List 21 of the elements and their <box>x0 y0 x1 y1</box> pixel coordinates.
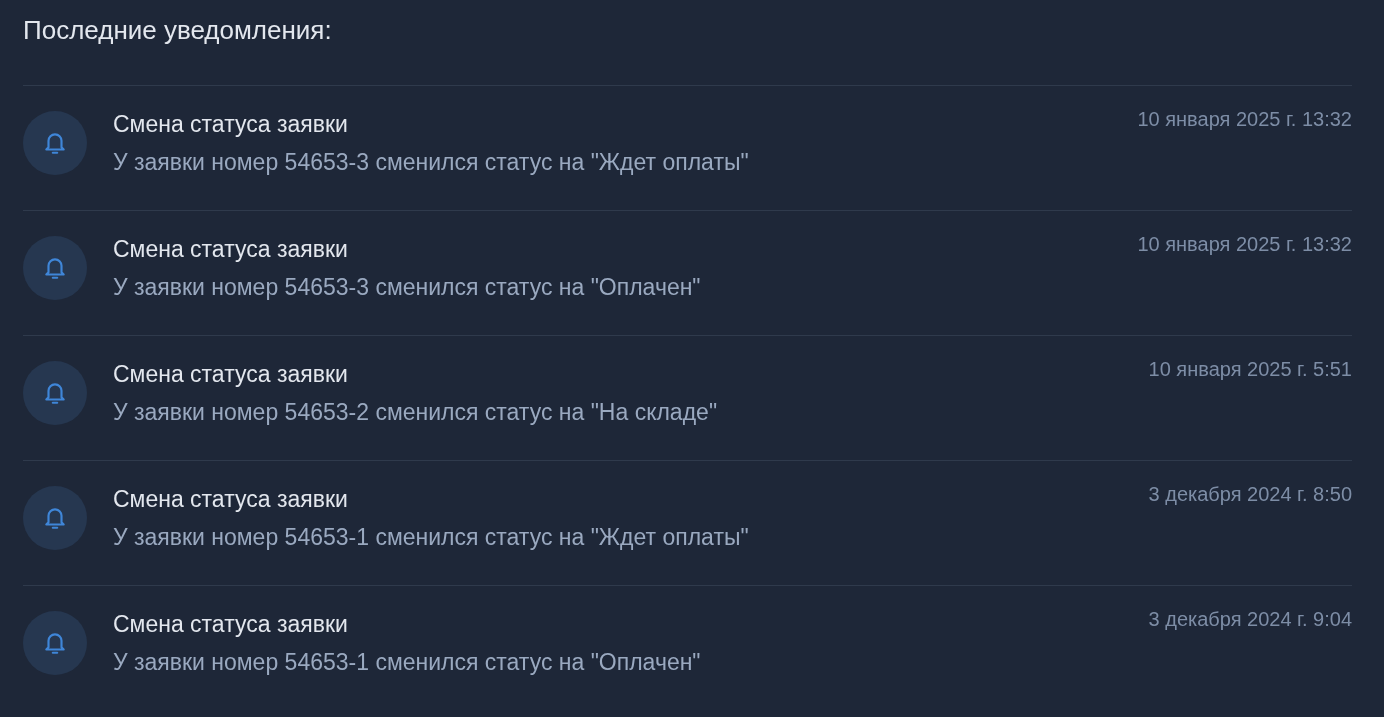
bell-icon <box>42 630 68 656</box>
notification-time: 10 января 2025 г. 5:51 <box>1148 358 1352 381</box>
notification-message: У заявки номер 54653-3 сменился статус на "Оплачен" <box>113 273 702 302</box>
notification-title: Смена статуса заявки <box>113 235 349 264</box>
notification-title: Смена статуса заявки <box>113 110 349 139</box>
notification-title: Смена статуса заявки <box>113 485 349 514</box>
notification-time: 3 декабря 2024 г. 9:04 <box>1148 608 1352 631</box>
notification-time: 10 января 2025 г. 13:32 <box>1137 233 1352 256</box>
notification-time: 3 декабря 2024 г. 8:50 <box>1148 483 1352 506</box>
notification-message: У заявки номер 54653-3 сменился статус на "Ждет оплаты" <box>113 148 750 177</box>
section-heading: Последние уведомления: <box>23 14 333 47</box>
bell-icon <box>42 380 68 406</box>
bell-icon <box>42 505 68 531</box>
notification-message: У заявки номер 54653-1 сменился статус на "Ждет оплаты" <box>113 523 750 552</box>
notification-message: У заявки номер 54653-2 сменился статус на "На складе" <box>113 398 719 427</box>
bell-icon <box>42 130 68 156</box>
bell-icon <box>42 255 68 281</box>
notification-title: Смена статуса заявки <box>113 360 349 389</box>
notification-time: 10 января 2025 г. 13:32 <box>1137 108 1352 131</box>
notification-title: Смена статуса заявки <box>113 610 349 639</box>
notification-message: У заявки номер 54653-1 сменился статус на "Оплачен" <box>113 648 702 677</box>
